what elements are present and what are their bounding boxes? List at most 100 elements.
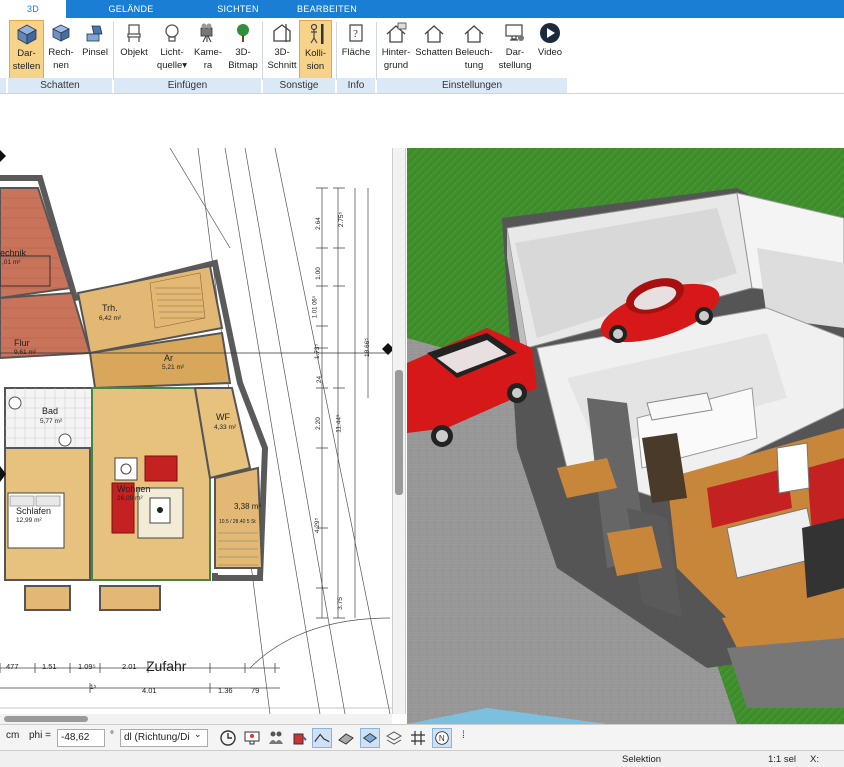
room-area-wf: 4,33 m²	[214, 424, 237, 431]
beleuchtung-label-1: Beleuch-	[455, 47, 493, 58]
brush-icon	[86, 25, 103, 42]
plan-vertical-scrollbar[interactable]	[395, 370, 403, 495]
room-label-trh: Trh.	[102, 303, 118, 313]
dim-right: 2.20	[314, 417, 322, 430]
pinsel-label: Pinsel	[82, 47, 108, 58]
kollision-label-2: sion	[306, 61, 325, 72]
clock-icon[interactable]	[218, 728, 238, 748]
ribbon: Dar- stellen Rech- nen Pinsel Objekt Lic…	[0, 18, 844, 94]
room-area-wohnen: 26,00 m²	[117, 495, 143, 502]
dim-right: 11.44⁵	[335, 414, 343, 433]
video-label: Video	[537, 47, 563, 58]
room-area-ar: 5,21 m²	[162, 364, 185, 371]
kamera-label-1: Kame-	[194, 47, 222, 58]
layers-icon[interactable]	[384, 728, 404, 748]
ribbon-tabs: 3D GELÄNDE SICHTEN BEARBEITEN	[0, 0, 844, 18]
person-collision-icon	[309, 23, 323, 44]
room-area-schlafen: 12,99 m²	[16, 517, 42, 524]
plan-horizontal-scroll-thumb[interactable]	[4, 716, 88, 722]
room-area-flur: 9,61 m²	[14, 349, 37, 356]
darstellung-label-1: Dar-	[505, 47, 525, 58]
room-area-trh: 6,42 m²	[99, 315, 122, 322]
flaeche-label: Fläche	[341, 47, 371, 58]
svg-text:?: ?	[353, 28, 358, 40]
group-label-einfuegen: Einfügen	[114, 78, 261, 93]
bitmap-button[interactable]: 3D- Bitmap	[226, 20, 260, 80]
cube-render-icon	[52, 24, 70, 42]
grid-icon[interactable]	[408, 728, 428, 748]
hintergrund-button[interactable]: Hinter- grund	[378, 20, 414, 80]
ribbon-separator	[376, 22, 377, 80]
room-label-wf: WF	[216, 412, 230, 422]
section-icon	[273, 24, 291, 42]
group-label-einstellungen: Einstellungen	[377, 78, 567, 93]
lichtquelle-button[interactable]: Licht- quelle▾	[155, 20, 189, 80]
kollision-button[interactable]: Kolli- sion	[299, 20, 332, 80]
dim-bottom: 2.01	[122, 662, 137, 671]
house-light-icon	[464, 25, 484, 43]
kamera-button[interactable]: Kame- ra	[192, 20, 224, 80]
darstellung-button[interactable]: Dar- stellung	[496, 20, 534, 80]
plane-view-icon[interactable]	[360, 728, 380, 748]
people-icon[interactable]	[266, 728, 286, 748]
status-selection: 1:1 sel	[768, 754, 796, 765]
room-area-bad: 5,77 m²	[40, 418, 63, 425]
tree-icon	[237, 24, 249, 42]
ribbon-separator	[262, 22, 263, 80]
chevron-down-icon[interactable]: ▾	[182, 60, 187, 71]
room-label-ar: Ar	[164, 353, 173, 363]
room-label-technik: echnik	[0, 248, 27, 258]
dim-right: 2.64	[314, 217, 322, 230]
video-button[interactable]: Video	[534, 20, 566, 80]
darstellen-label-2: stellen	[12, 61, 41, 72]
chevron-down-icon[interactable]: ⌄	[194, 729, 202, 740]
north-icon[interactable]: N	[432, 728, 452, 748]
ribbon-separator	[113, 22, 114, 80]
schnitt-button[interactable]: 3D- Schnitt	[265, 20, 299, 80]
floor-plan-view[interactable]: echnik ,01 m² Trh. 6,42 m² Flur 9,61 m² …	[0, 148, 392, 714]
beleuchtung-button[interactable]: Beleuch- tung	[454, 20, 494, 80]
hintergrund-label-1: Hinter-	[381, 47, 411, 58]
texture-icon[interactable]	[336, 728, 356, 748]
dim-bottom: 1.09⁵	[78, 662, 96, 671]
room-label-flur: Flur	[14, 338, 30, 348]
lichtquelle-label-1: Licht-	[160, 47, 184, 58]
zufahrt-label: Zufahr	[146, 658, 187, 674]
schatten-label: Schatten	[415, 47, 453, 58]
pinsel-button[interactable]: Pinsel	[79, 20, 111, 80]
beleuchtung-label-2: tung	[464, 60, 484, 71]
schatten-button[interactable]: Schatten	[414, 20, 454, 80]
dim-bottom: 1.36	[218, 686, 233, 695]
darstellen-button[interactable]: Dar- stellen	[9, 20, 44, 80]
plan-horizontal-scrollbar[interactable]	[0, 714, 392, 724]
tab-gelaende[interactable]: GELÄNDE	[98, 0, 164, 18]
rechnen-button[interactable]: Rech- nen	[45, 20, 77, 80]
floor-plan-drawing	[0, 148, 392, 714]
kollision-label-1: Kolli-	[304, 48, 327, 59]
flaeche-button[interactable]: ? Fläche	[339, 20, 373, 80]
terrain-view-icon[interactable]	[312, 728, 332, 748]
dim-right: 24	[316, 375, 324, 384]
dim-bottom: 1.51	[42, 662, 57, 671]
status-mode: Selektion	[622, 754, 662, 765]
lightbulb-icon	[165, 24, 179, 42]
dim-right: 1.00	[314, 267, 322, 280]
3d-view[interactable]	[407, 148, 844, 724]
chair-icon	[127, 24, 141, 42]
objekt-button[interactable]: Objekt	[116, 20, 152, 80]
phi-input[interactable]: -48,62	[57, 729, 105, 747]
degree-label: °	[110, 730, 114, 741]
paint-bucket-icon[interactable]	[289, 728, 309, 748]
hintergrund-label-2: grund	[383, 60, 409, 71]
bottom-toolbar: cm phi = -48,62 ° dl (Richtung/Di ⌄ N ⁞	[0, 724, 844, 750]
tab-sichten[interactable]: SICHTEN	[205, 0, 271, 18]
3d-scene	[407, 148, 844, 724]
screen-capture-icon[interactable]	[242, 728, 262, 748]
objekt-label: Objekt	[120, 47, 148, 58]
monitor-settings-icon	[505, 24, 524, 41]
pin-icon[interactable]: ⁞	[462, 730, 465, 741]
tab-bearbeiten[interactable]: BEARBEITEN	[292, 0, 362, 18]
tab-3d[interactable]: 3D	[0, 0, 66, 18]
view-splitter[interactable]	[392, 148, 406, 714]
dim-right: 18.66⁵	[363, 338, 371, 357]
